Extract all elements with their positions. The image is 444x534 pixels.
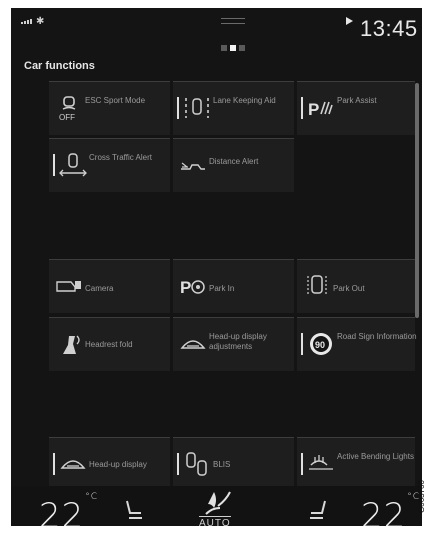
center-display: ✱ 13:45 Car functions OFF ESC Sport Mode… [11,8,422,526]
cross-traffic-icon [59,153,87,177]
hud-adjust-icon [180,340,206,349]
tile-label: ESC Sport Mode [85,96,146,105]
camera-icon [56,281,81,292]
page-dot[interactable] [221,45,227,51]
signal-bars-icon [21,19,32,24]
tile-label: Park Assist [337,96,377,105]
tile-active-bending-lights[interactable]: Active Bending Lights [297,437,415,491]
fan-auto-label[interactable]: AUTO [199,516,231,526]
tile-distance-alert[interactable]: Distance Alert [173,138,294,192]
right-temperature[interactable]: 22°C [361,492,420,526]
tile-label: Park Out [333,284,365,293]
tile-cross-traffic-alert[interactable]: Cross Traffic Alert [49,138,170,192]
tile-label: Headrest fold [85,340,133,349]
active-indicator [301,453,303,475]
tile-label: Cross Traffic Alert [89,153,152,162]
tile-label: Head-up display [89,460,147,469]
tile-park-out[interactable]: Park Out [297,259,415,313]
headrest-fold-icon [63,335,80,354]
page-indicator[interactable] [221,45,245,51]
left-seat-heating-icon[interactable] [121,498,145,522]
blis-icon [186,452,207,476]
svg-text:90: 90 [315,340,325,350]
play-icon [346,17,353,25]
tile-label: Park In [209,284,235,293]
status-bar: ✱ 13:45 [11,8,422,44]
tile-head-up-display[interactable]: Head-up display [49,437,170,491]
svg-text:OFF: OFF [59,113,75,122]
page-dot[interactable] [239,45,245,51]
tile-camera[interactable]: Camera [49,259,170,313]
page-title: Car functions [24,60,95,72]
tile-label: Head-up display adjustments [209,332,267,351]
tile-label: Camera [85,284,114,293]
park-out-icon [307,275,327,296]
scrollbar[interactable] [415,83,419,318]
lane-keeping-icon [185,98,209,118]
left-temperature[interactable]: 22°C [39,492,98,526]
esc-off-icon: OFF [59,96,76,122]
clock: 13:45 [360,16,418,41]
tile-label: Road Sign Information [337,332,417,341]
active-indicator [177,453,179,475]
tile-label: Distance Alert [209,157,259,166]
tile-park-in[interactable]: P Park In [173,259,294,313]
drag-handle[interactable] [221,18,245,24]
park-in-icon: P [180,278,205,297]
active-indicator [301,333,303,355]
park-assist-icon: P [308,100,333,119]
tile-label: Lane Keeping Aid [213,96,276,105]
tile-esc-sport-mode[interactable]: OFF ESC Sport Mode [49,81,170,135]
bluetooth-icon: ✱ [36,16,45,27]
road-sign-icon: 90 [310,333,332,355]
tile-blis[interactable]: BLIS [173,437,294,491]
active-indicator [177,97,179,119]
tile-park-assist[interactable]: P Park Assist [297,81,415,135]
bending-lights-icon [309,455,333,470]
figure-code: G063760 [416,480,426,513]
tile-road-sign-information[interactable]: 90 Road Sign Information [297,317,417,371]
tile-label: Active Bending Lights [337,452,414,461]
hud-icon [60,460,86,469]
tile-lane-keeping-aid[interactable]: Lane Keeping Aid [173,81,294,135]
tile-label: BLIS [213,460,231,469]
distance-alert-icon [181,162,205,170]
svg-text:P: P [180,278,191,297]
active-indicator [53,453,55,475]
tile-hud-adjustments[interactable]: Head-up display adjustments [173,317,294,371]
climate-bar: 22°C AUTO 22°C [11,486,422,526]
active-indicator [53,154,55,176]
page-dot-active[interactable] [230,45,236,51]
svg-text:P: P [308,100,319,119]
tile-headrest-fold[interactable]: Headrest fold [49,317,170,371]
right-seat-heating-icon[interactable] [307,498,331,522]
active-indicator [301,97,303,119]
